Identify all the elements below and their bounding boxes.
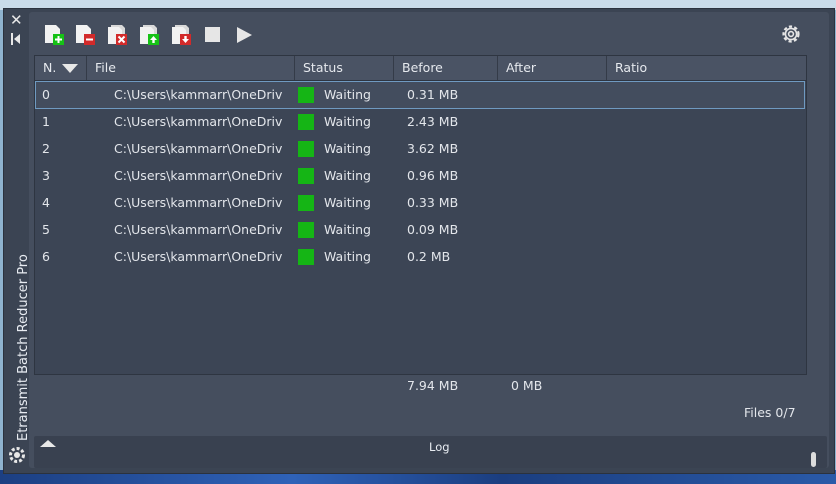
table-row[interactable]: 3 C:\Users\kammarr\OneDriv Waiting 0.96 MB (36, 163, 804, 189)
side-title-bar: ✕ Etransmit Batch Reducer Pro (4, 9, 31, 473)
row-before-size: 0.31 MB (407, 87, 459, 102)
status-indicator (298, 222, 314, 238)
files-table: N. File Status Before After Ratio 0 C:\Us… (34, 55, 807, 375)
row-ratio (620, 244, 710, 270)
settings-gear-icon[interactable] (779, 22, 803, 46)
pin-icon[interactable] (11, 33, 21, 45)
row-ratio (620, 190, 710, 216)
row-file-path: C:\Users\kammarr\OneDriv (114, 249, 283, 264)
close-icon[interactable]: ✕ (10, 13, 23, 28)
column-header-ratio[interactable]: Ratio (607, 56, 806, 80)
row-ratio (620, 109, 710, 135)
total-after: 0 MB (511, 378, 543, 393)
table-row[interactable]: 4 C:\Users\kammarr\OneDriv Waiting 0.33 MB (36, 190, 804, 216)
row-status: Waiting (324, 87, 371, 102)
row-status: Waiting (324, 114, 371, 129)
row-before-size: 0.96 MB (407, 168, 459, 183)
log-panel: Log (34, 436, 827, 468)
column-header-status[interactable]: Status (295, 56, 394, 80)
move-down-icon[interactable] (170, 24, 192, 46)
move-up-icon[interactable] (138, 24, 160, 46)
row-ratio (620, 82, 710, 108)
play-icon[interactable] (233, 24, 255, 46)
status-indicator (298, 249, 314, 265)
row-before-size: 0.09 MB (407, 222, 459, 237)
row-file-path: C:\Users\kammarr\OneDriv (114, 87, 283, 102)
stop-icon[interactable] (202, 24, 224, 46)
row-status: Waiting (324, 168, 371, 183)
row-file-path: C:\Users\kammarr\OneDriv (114, 195, 283, 210)
row-before-size: 3.62 MB (407, 141, 459, 156)
log-label: Log (429, 440, 450, 454)
row-before-size: 2.43 MB (407, 114, 459, 129)
toolbar (29, 12, 829, 54)
table-header: N. File Status Before After Ratio (35, 56, 806, 81)
row-file-path: C:\Users\kammarr\OneDriv (114, 114, 283, 129)
status-indicator (298, 141, 314, 157)
row-number: 6 (42, 249, 50, 264)
main-panel: N. File Status Before After Ratio 0 C:\Us… (29, 12, 829, 468)
column-header-before[interactable]: Before (394, 56, 498, 80)
status-indicator (298, 195, 314, 211)
row-number: 1 (42, 114, 50, 129)
row-before-size: 0.2 MB (407, 249, 451, 264)
row-after-size (511, 244, 601, 270)
row-ratio (620, 163, 710, 189)
status-indicator (298, 114, 314, 130)
row-number: 4 (42, 195, 50, 210)
row-ratio (620, 136, 710, 162)
log-scrollbar[interactable] (811, 452, 816, 467)
row-number: 3 (42, 168, 50, 183)
row-number: 0 (42, 87, 50, 102)
remove-file-icon[interactable] (74, 24, 96, 46)
table-row[interactable]: 0 C:\Users\kammarr\OneDriv Waiting 0.31 MB (35, 81, 805, 109)
total-before: 7.94 MB (407, 378, 459, 393)
row-status: Waiting (324, 249, 371, 264)
log-expand-icon[interactable] (40, 440, 56, 447)
column-header-file[interactable]: File (87, 56, 295, 80)
table-row[interactable]: 5 C:\Users\kammarr\OneDriv Waiting 0.09 MB (36, 217, 804, 243)
status-indicator (298, 87, 314, 103)
row-status: Waiting (324, 141, 371, 156)
row-number: 2 (42, 141, 50, 156)
column-header-after[interactable]: After (498, 56, 607, 80)
row-file-path: C:\Users\kammarr\OneDriv (114, 222, 283, 237)
row-after-size (511, 163, 601, 189)
row-after-size (511, 217, 601, 243)
app-logo-gear-icon (9, 447, 25, 463)
sort-descending-icon[interactable] (62, 64, 79, 73)
row-ratio (620, 217, 710, 243)
row-after-size (511, 136, 601, 162)
row-status: Waiting (324, 222, 371, 237)
add-files-icon[interactable] (43, 24, 65, 46)
table-row[interactable]: 1 C:\Users\kammarr\OneDriv Waiting 2.43 MB (36, 109, 804, 135)
row-number: 5 (42, 222, 50, 237)
row-file-path: C:\Users\kammarr\OneDriv (114, 168, 283, 183)
row-after-size (511, 109, 601, 135)
status-indicator (298, 168, 314, 184)
row-status: Waiting (324, 195, 371, 210)
row-before-size: 0.33 MB (407, 195, 459, 210)
files-count: Files 0/7 (744, 405, 796, 420)
row-after-size (511, 82, 601, 108)
table-row[interactable]: 6 C:\Users\kammarr\OneDriv Waiting 0.2 MB (36, 244, 804, 270)
row-after-size (511, 190, 601, 216)
clear-list-icon[interactable] (106, 24, 128, 46)
column-header-number[interactable]: N. (35, 56, 87, 80)
table-row[interactable]: 2 C:\Users\kammarr\OneDriv Waiting 3.62 MB (36, 136, 804, 162)
row-file-path: C:\Users\kammarr\OneDriv (114, 141, 283, 156)
app-window: ✕ Etransmit Batch Reducer Pro N. File St… (3, 8, 835, 474)
